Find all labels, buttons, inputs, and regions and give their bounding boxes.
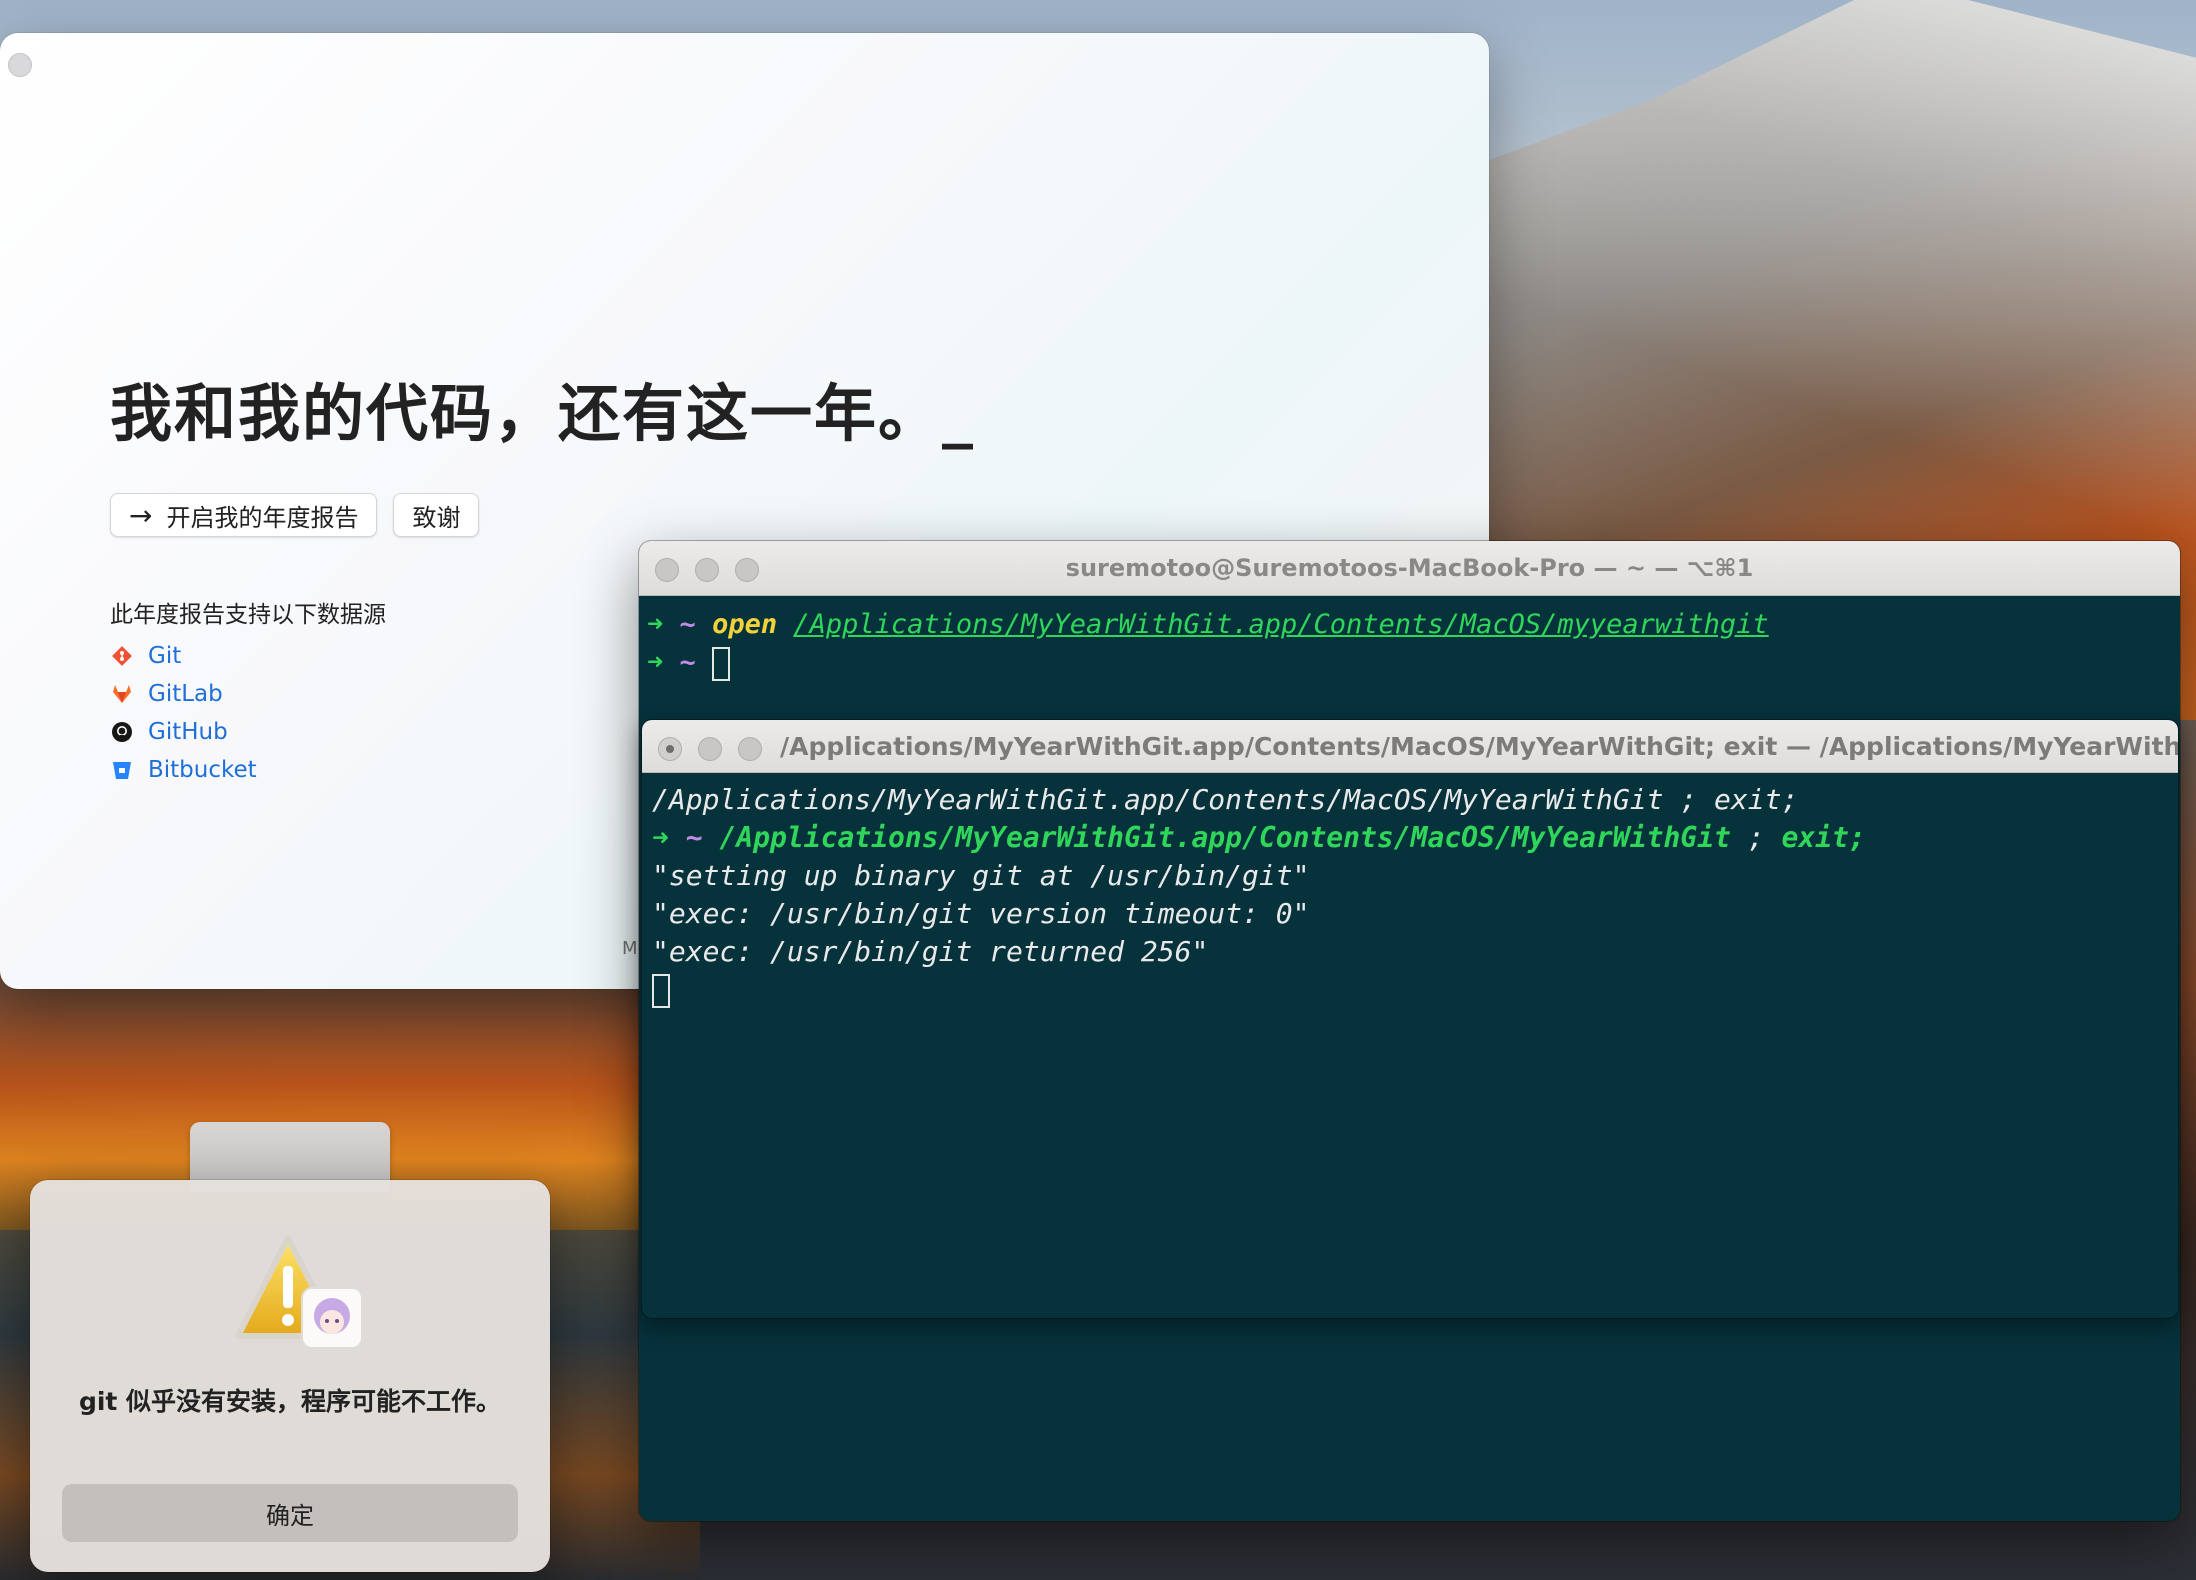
sources-title: 此年度报告支持以下数据源 [110,602,386,628]
terminal-window-exec[interactable]: /Applications/MyYearWithGit.app/Contents… [642,720,2178,1318]
prompt-dir: ~ [679,647,696,678]
terminal-line: ➜ ~ [647,644,2172,682]
data-sources: 此年度报告支持以下数据源 Git GitLab GitHub Bitbucket [110,595,386,789]
terminal-line: ➜ ~ /Applications/MyYearWithGit.app/Cont… [652,819,2168,857]
command-path: /Applications/MyYearWithGit.app/Contents… [719,821,1731,854]
source-label: Bitbucket [148,757,257,783]
gitlab-icon [110,682,134,706]
terminal-line: "exec: /usr/bin/git version timeout: 0" [652,897,1310,930]
source-item-bitbucket[interactable]: Bitbucket [110,751,386,789]
source-item-github[interactable]: GitHub [110,713,386,751]
command-exit: exit; [1781,821,1866,854]
source-item-git[interactable]: Git [110,637,386,675]
source-label: GitLab [148,681,223,707]
prompt-arrow-icon: ➜ [652,821,669,854]
text-cursor [712,646,731,681]
prompt-arrow-icon: ➜ [647,647,664,678]
minimize-button[interactable] [698,737,722,761]
alert-dialog: git 似乎没有安装，程序可能不工作。 确定 [30,1180,550,1572]
alert-message: git 似乎没有安装，程序可能不工作。 [78,1387,502,1416]
terminal-line: /Applications/MyYearWithGit.app/Contents… [652,783,1799,816]
zoom-button[interactable] [735,558,759,582]
source-item-gitlab[interactable]: GitLab [110,675,386,713]
github-icon [110,720,134,744]
prompt-arrow-icon: ➜ [647,609,664,640]
warning-icon [232,1232,380,1360]
terminal-line: ➜ ~ open /Applications/MyYearWithGit.app… [647,606,2172,644]
window-controls [658,737,762,761]
arrow-right-icon: → [129,498,153,532]
minimize-button[interactable] [695,558,719,582]
terminal-title: suremotoo@Suremotoos-MacBook-Pro — ~ — ⌥… [1065,554,1754,582]
action-buttons: → 开启我的年度报告 致谢 [110,493,480,537]
prompt-dir: ~ [679,609,696,640]
terminal-titlebar[interactable]: /Applications/MyYearWithGit.app/Contents… [642,720,2178,773]
terminal-titlebar[interactable]: suremotoo@Suremotoos-MacBook-Pro — ~ — ⌥… [639,541,2180,596]
window-close-button[interactable] [8,53,32,77]
source-label: Git [148,643,182,669]
terminal-output[interactable]: /Applications/MyYearWithGit.app/Contents… [642,773,2178,1017]
zoom-button[interactable] [738,737,762,761]
terminal-line: "setting up binary git at /usr/bin/git" [652,859,1310,892]
command: open [712,609,778,640]
close-button[interactable] [658,737,682,761]
git-icon [110,644,134,668]
hero-title: 我和我的代码，还有这一年。_ [110,377,976,450]
ok-button[interactable]: 确定 [62,1484,518,1542]
command-arg: /Applications/MyYearWithGit.app/Contents… [793,609,1769,640]
close-button[interactable] [655,558,679,582]
start-report-button[interactable]: → 开启我的年度报告 [110,493,378,537]
prompt-dir: ~ [685,821,703,854]
window-controls [655,558,759,582]
terminal-output[interactable]: ➜ ~ open /Applications/MyYearWithGit.app… [639,596,2180,692]
start-report-label: 开启我的年度报告 [166,503,359,532]
thanks-button[interactable]: 致谢 [393,493,480,537]
terminal-line: "exec: /usr/bin/git returned 256" [652,935,1209,968]
bitbucket-icon [110,758,134,782]
text-cursor [652,974,670,1008]
command-separator: ; [1747,821,1765,854]
clipped-text: M [622,938,638,959]
terminal-title: /Applications/MyYearWithGit.app/Contents… [780,731,2178,761]
source-label: GitHub [148,719,228,745]
terminal-line [652,971,2168,1009]
